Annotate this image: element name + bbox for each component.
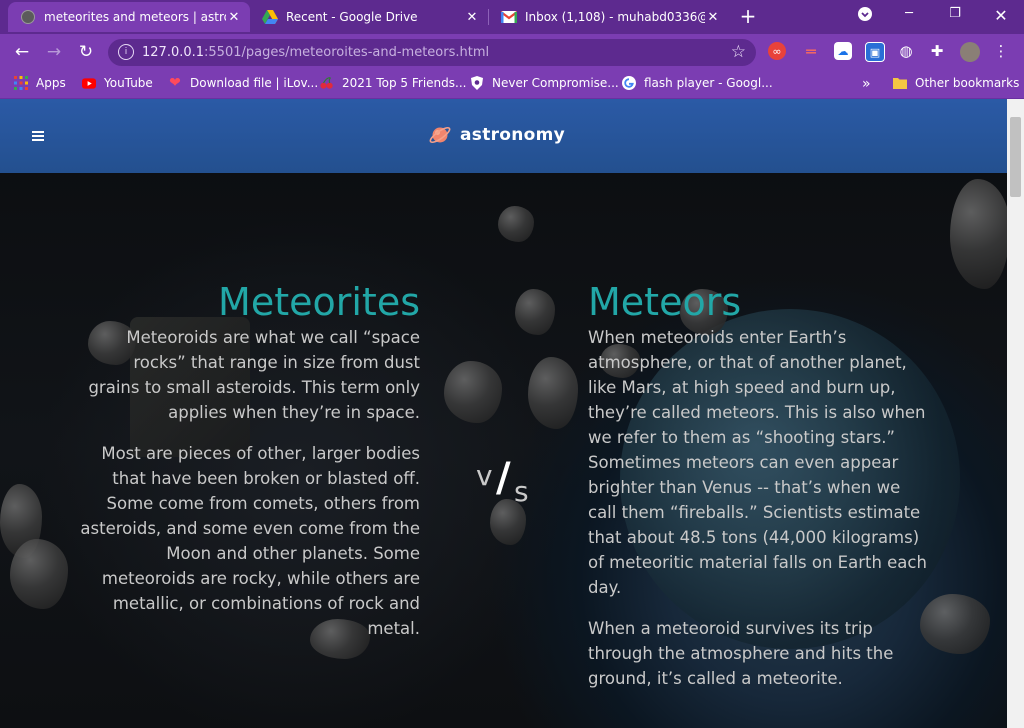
heart-icon: ❤	[169, 75, 181, 91]
close-window-button[interactable]: ✕	[986, 6, 1016, 25]
asteroid-image	[920, 594, 990, 654]
site-header: astronomy	[0, 99, 1007, 173]
close-icon[interactable]: ✕	[464, 10, 480, 25]
menu-kebab-icon[interactable]: ⋮	[992, 42, 1010, 60]
other-bookmarks[interactable]: Other bookmarks	[893, 76, 1019, 90]
bookmark-label: Other bookmarks	[915, 76, 1020, 90]
url-text[interactable]: 127.0.0.1:5501/pages/meteoroites-and-met…	[142, 45, 489, 60]
menu-hamburger-icon[interactable]	[32, 131, 44, 141]
extension-globe-icon[interactable]: ◍	[897, 42, 915, 60]
tab-title: Recent - Google Drive	[286, 10, 418, 24]
scrollbar-thumb[interactable]	[1010, 117, 1021, 197]
tab-title: Inbox (1,108) - muhabd0336@gm	[525, 10, 705, 24]
profile-avatar[interactable]	[960, 42, 980, 62]
close-icon[interactable]: ✕	[226, 10, 242, 25]
close-icon[interactable]: ✕	[705, 10, 721, 25]
new-tab-button[interactable]: +	[736, 6, 760, 26]
bookmark-never-compromise[interactable]: Never Compromise...	[470, 76, 619, 90]
site-info-icon[interactable]: i	[118, 44, 134, 60]
bookmark-label: 2021 Top 5 Friends...	[342, 76, 467, 90]
bookmark-star-icon[interactable]: ☆	[731, 42, 746, 62]
bookmark-label: Apps	[36, 76, 66, 90]
back-button[interactable]: ←	[12, 42, 32, 62]
meteors-paragraph: When meteoroids enter Earth’s atmosphere…	[588, 328, 927, 597]
extension-screen-icon[interactable]: ▣	[865, 42, 885, 62]
asteroid-image	[515, 289, 555, 335]
restore-button[interactable]: ❐	[940, 6, 970, 21]
google-drive-icon	[262, 9, 278, 25]
apps-grid-icon	[14, 76, 28, 90]
meteors-paragraph: When a meteoroid survives its trip throu…	[588, 619, 894, 688]
asteroid-image	[950, 179, 1007, 289]
extension-equals-icon[interactable]: ═	[802, 42, 820, 61]
meteorites-heading: Meteorites	[218, 280, 420, 324]
address-bar[interactable]: i 127.0.0.1:5501/pages/meteoroites-and-m…	[108, 39, 756, 66]
chevron-down-icon	[858, 7, 872, 21]
tab-gmail[interactable]: Inbox (1,108) - muhabd0336@gm ✕	[489, 2, 729, 32]
bookmark-label: Download file | iLov...	[190, 76, 319, 90]
bookmark-apps[interactable]: Apps	[14, 76, 66, 90]
google-icon	[622, 76, 636, 90]
bookmark-label: flash player - Googl...	[644, 76, 773, 90]
brand-name: astronomy	[460, 125, 566, 145]
gmail-icon	[501, 9, 517, 25]
page-viewport: astronomy Meteorites Meteoroids are what…	[0, 99, 1007, 728]
shield-icon	[470, 76, 484, 90]
asteroid-image	[528, 357, 578, 429]
page-scrollbar[interactable]	[1007, 99, 1024, 728]
versus-s: s	[514, 475, 529, 508]
tab-google-drive[interactable]: Recent - Google Drive ✕	[250, 2, 488, 32]
tab-title: meteorites and meteors | astrono	[44, 10, 226, 24]
asteroid-image	[444, 361, 502, 423]
meteorites-paragraph: Meteoroids are what we call “space rocks…	[88, 328, 420, 422]
cherry-icon	[320, 76, 334, 90]
extension-cloud-icon[interactable]: ☁	[834, 42, 852, 60]
brand-logo[interactable]: astronomy	[428, 123, 565, 147]
versus-v: v	[476, 459, 493, 492]
tab-search-button[interactable]	[850, 6, 880, 26]
versus-slash: /	[496, 455, 511, 501]
meteors-section: Meteors When meteoroids enter Earth’s at…	[588, 279, 928, 707]
globe-icon	[20, 9, 36, 25]
extension-infinity-icon[interactable]: ∞	[768, 42, 786, 60]
bookmark-flash-player[interactable]: flash player - Googl...	[622, 76, 773, 90]
bookmark-label: Never Compromise...	[492, 76, 619, 90]
minimize-button[interactable]: ─	[894, 6, 924, 21]
bookmark-friends[interactable]: 2021 Top 5 Friends...	[320, 76, 466, 90]
planet-logo-icon	[429, 126, 451, 144]
meteors-heading: Meteors	[588, 280, 742, 324]
asteroid-image	[10, 539, 68, 609]
folder-icon	[893, 76, 907, 90]
tab-strip: meteorites and meteors | astrono ✕ Recen…	[0, 0, 1024, 34]
bookmarks-overflow-button[interactable]: »	[862, 76, 871, 92]
versus-mark: v / s	[476, 455, 536, 509]
youtube-icon	[82, 76, 96, 90]
reload-button[interactable]: ↻	[76, 42, 96, 62]
bookmark-ilove[interactable]: ❤ Download file | iLov...	[168, 75, 319, 91]
meteorites-section: Meteorites Meteoroids are what we call “…	[80, 279, 420, 657]
bookmarks-bar: Apps YouTube ❤ Download file | iLov... 2…	[0, 70, 1024, 99]
meteorites-paragraph: Most are pieces of other, larger bodies …	[80, 444, 420, 638]
forward-button[interactable]: →	[44, 42, 64, 62]
extensions-puzzle-icon[interactable]: ✚	[928, 42, 946, 60]
tab-meteorites[interactable]: meteorites and meteors | astrono ✕	[8, 2, 250, 32]
bookmark-label: YouTube	[104, 76, 153, 90]
bookmark-youtube[interactable]: YouTube	[82, 76, 153, 90]
asteroid-image	[498, 206, 534, 242]
